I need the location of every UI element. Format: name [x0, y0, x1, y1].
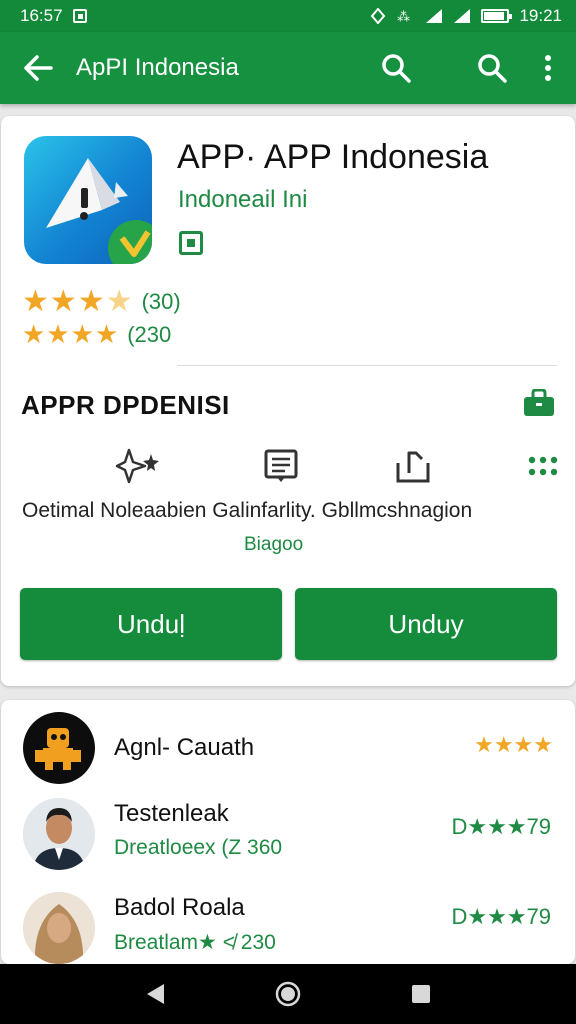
avatar — [23, 892, 95, 964]
sparkle-icon — [115, 448, 159, 484]
shopping-bag-icon[interactable] — [523, 389, 555, 417]
search-button-2[interactable] — [464, 32, 520, 104]
app-details-card: APP· APP Indonesia Indoneail Ini ★★★★ (3… — [1, 116, 575, 686]
search-button[interactable] — [368, 32, 424, 104]
review-meta: Breatlam★ ≮ 230 — [114, 931, 276, 954]
rating-row-secondary: ★★★★ (230 — [22, 319, 171, 350]
robot-avatar-icon — [35, 728, 81, 770]
download-button-secondary[interactable]: Unduy — [295, 588, 557, 660]
star-rating-icon: ★★★★ — [22, 285, 134, 318]
sparkle-feature[interactable] — [115, 444, 163, 488]
reviews-card: Agnl- Cauath ★★★★ Testenleak Dreatloeex … — [1, 700, 575, 964]
review-item[interactable]: Testenleak Dreatloeex (Z 360 D★★★79 — [1, 796, 575, 876]
review-item[interactable]: Badol Roala Breatlam★ ≮ 230 D★★★79 — [1, 890, 575, 970]
system-nav-bar — [0, 964, 576, 1024]
apps-grid-icon — [528, 456, 558, 476]
back-arrow-icon — [24, 55, 53, 81]
share-icon — [396, 451, 430, 483]
section-title: APPR DPDENISI — [21, 390, 230, 420]
search-icon — [382, 54, 411, 83]
download-button-primary[interactable]: Unduḷ — [20, 588, 282, 660]
status-bar: 16:57 ⁂ 19:21 — [0, 0, 576, 32]
home-nav-icon[interactable] — [275, 981, 301, 1007]
feature-sub-label: Biagoo — [244, 534, 304, 555]
review-meta: Dreatloeex (Z 360 — [114, 836, 283, 859]
rating-row: ★★★★ (30) — [22, 284, 181, 319]
person-avatar-icon — [23, 892, 95, 964]
more-vert-icon — [545, 55, 551, 81]
feature-labels: Oetimal Noleaabien Galinfarlity. Gbllmcs… — [22, 499, 473, 522]
battery-icon — [481, 9, 513, 23]
rating-count: (30) — [141, 288, 181, 314]
avatar — [23, 712, 95, 784]
app-logo-icon — [46, 158, 152, 264]
svg-text:⁂: ⁂ — [397, 10, 410, 24]
apps-grid-feature[interactable] — [519, 444, 567, 488]
app-developer[interactable]: Indoneail Ini — [178, 186, 307, 214]
recents-nav-icon[interactable] — [410, 983, 432, 1005]
rating-count-secondary: (230 — [127, 321, 172, 347]
reviewer-name: Badol Roala — [114, 894, 245, 921]
more-options-button[interactable] — [520, 32, 576, 104]
app-name: APP· APP Indonesia — [177, 138, 489, 176]
app-icon[interactable] — [24, 136, 152, 264]
status-time-right: 19:21 — [519, 6, 562, 25]
reviewer-name: Testenleak — [114, 800, 229, 827]
back-nav-icon[interactable] — [144, 982, 166, 1006]
divider — [177, 365, 557, 366]
notification-icon — [72, 9, 87, 23]
star-rating-icon: ★★★★ — [22, 319, 120, 349]
editors-choice-icon — [179, 231, 203, 255]
status-time-left: 16:57 — [20, 6, 63, 25]
person-avatar-icon — [23, 798, 95, 870]
review-score: D★★★79 — [451, 814, 551, 839]
signal-icon — [426, 9, 443, 23]
reviewer-name: Agnl- Cauath — [114, 734, 255, 761]
search-icon — [478, 54, 507, 83]
signal-icon-2 — [454, 9, 471, 23]
review-item[interactable]: Agnl- Cauath ★★★★ — [1, 710, 575, 790]
review-stars: ★★★★ — [474, 732, 553, 757]
app-bar: ApPI Indonesia — [0, 32, 576, 104]
review-score: D★★★79 — [451, 904, 551, 929]
document-icon — [264, 449, 298, 482]
share-feature[interactable] — [389, 444, 437, 488]
vibrate-icon — [371, 8, 386, 24]
avatar — [23, 798, 95, 870]
page-title: ApPI Indonesia — [76, 54, 239, 81]
back-button[interactable] — [0, 32, 76, 104]
document-feature[interactable] — [257, 444, 305, 488]
data-icon: ⁂ — [397, 10, 410, 24]
